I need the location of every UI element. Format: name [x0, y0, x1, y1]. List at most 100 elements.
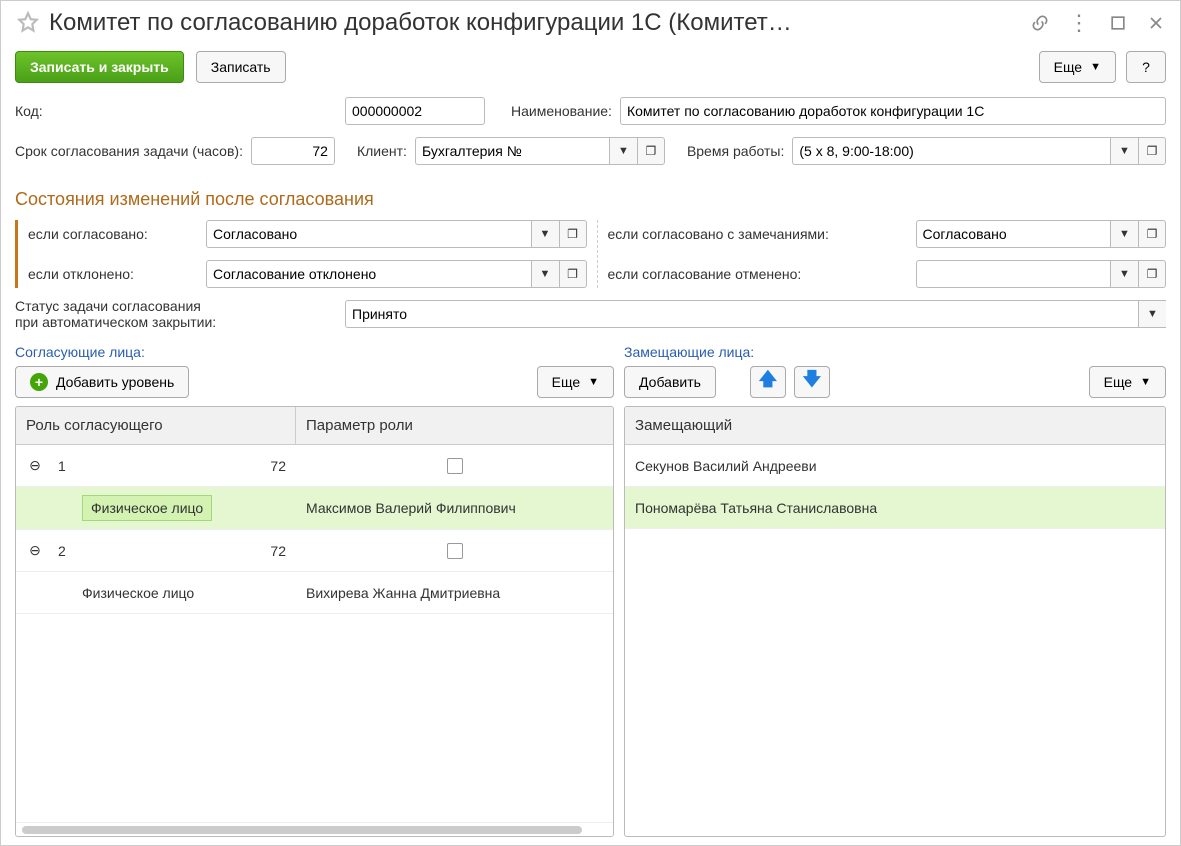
titlebar: Комитет по согласованию доработок конфиг…: [15, 9, 1166, 37]
checkbox[interactable]: [447, 543, 463, 559]
level-num: 2: [58, 543, 66, 559]
cancelled-input[interactable]: [916, 260, 1111, 288]
open-external-icon[interactable]: ❐: [1138, 137, 1166, 165]
table-row[interactable]: Секунов Василий Андрееви: [625, 445, 1165, 487]
role-cell: Физическое лицо: [82, 585, 194, 601]
favorite-star-icon[interactable]: [15, 10, 41, 36]
chevron-down-icon[interactable]: ▼: [1110, 260, 1138, 288]
table-row-level[interactable]: ⊖ 2 72: [16, 530, 613, 572]
worktime-input[interactable]: [792, 137, 1110, 165]
approved-notes-label: если согласовано с замечаниями:: [608, 226, 908, 242]
add-level-label: Добавить уровень: [56, 374, 174, 390]
approved-notes-select[interactable]: ▼ ❐: [916, 220, 1167, 248]
autoclose-label: Статус задачи согласования при автоматич…: [15, 298, 337, 330]
states-section: если согласовано: ▼ ❐ если отклонено: ▼ …: [15, 220, 1166, 288]
more-button[interactable]: Еще ▼: [1039, 51, 1116, 83]
states-col-right: если согласовано с замечаниями: ▼ ❐ если…: [597, 220, 1167, 288]
code-input[interactable]: [345, 97, 485, 125]
add-level-button[interactable]: + Добавить уровень: [15, 366, 189, 398]
worktime-select[interactable]: ▼ ❐: [792, 137, 1166, 165]
horizontal-scrollbar[interactable]: [16, 822, 613, 836]
chevron-down-icon[interactable]: ▼: [531, 260, 559, 288]
add-substitute-button[interactable]: Добавить: [624, 366, 716, 398]
move-up-button[interactable]: 🡅: [750, 366, 786, 398]
chevron-down-icon: ▼: [588, 376, 599, 388]
table-row-level[interactable]: ⊖ 1 72: [16, 445, 613, 487]
col-role: Роль согласующего: [16, 407, 296, 444]
chevron-down-icon: ▼: [1140, 376, 1151, 388]
checkbox[interactable]: [447, 458, 463, 474]
substitute-name: Пономарёва Татьяна Станиславовна: [625, 492, 1165, 524]
substitutes-body[interactable]: Секунов Василий Андрееви Пономарёва Тать…: [625, 445, 1165, 836]
rejected-input[interactable]: [206, 260, 531, 288]
arrow-up-icon: 🡅: [759, 367, 778, 397]
substitutes-more-button[interactable]: Еще ▼: [1089, 366, 1166, 398]
more-label: Еще: [1104, 374, 1133, 390]
form-section: Код: Наименование: Срок согласования зад…: [15, 97, 1166, 165]
client-label: Клиент:: [357, 143, 407, 159]
substitutes-table: Замещающий Секунов Василий Андрееви Поно…: [624, 406, 1166, 837]
table-row[interactable]: Пономарёва Татьяна Станиславовна: [625, 487, 1165, 529]
name-input[interactable]: [620, 97, 1166, 125]
chevron-down-icon[interactable]: ▼: [531, 220, 559, 248]
approved-label: если согласовано:: [28, 226, 198, 242]
approvers-body[interactable]: ⊖ 1 72 Физическое лицо Максимов Валерий …: [16, 445, 613, 822]
more-label: Еще: [552, 374, 581, 390]
param-cell: Максимов Валерий Филиппович: [296, 492, 613, 524]
chevron-down-icon[interactable]: ▼: [609, 137, 637, 165]
move-down-button[interactable]: 🡇: [794, 366, 830, 398]
approvers-table: Роль согласующего Параметр роли ⊖ 1 72 Ф…: [15, 406, 614, 837]
rejected-label: если отклонено:: [28, 266, 198, 282]
cancelled-label: если согласование отменено:: [608, 266, 908, 282]
rejected-select[interactable]: ▼ ❐: [206, 260, 587, 288]
chevron-down-icon[interactable]: ▼: [1110, 220, 1138, 248]
approvers-toolbar: + Добавить уровень Еще ▼: [15, 366, 614, 398]
approvers-more-button[interactable]: Еще ▼: [537, 366, 614, 398]
collapse-icon[interactable]: ⊖: [26, 542, 44, 559]
titlebar-actions: ⋮: [1030, 12, 1166, 34]
table-row[interactable]: Физическое лицо Вихирева Жанна Дмитриевн…: [16, 572, 613, 614]
level-num: 1: [58, 458, 66, 474]
open-external-icon[interactable]: ❐: [559, 220, 587, 248]
open-external-icon[interactable]: ❐: [637, 137, 665, 165]
client-input[interactable]: [415, 137, 609, 165]
maximize-icon[interactable]: [1108, 13, 1128, 33]
approvers-heading: Согласующие лица:: [15, 344, 614, 360]
open-external-icon[interactable]: ❐: [559, 260, 587, 288]
substitute-name: Секунов Василий Андрееви: [625, 450, 1165, 482]
deadline-label: Срок согласования задачи (часов):: [15, 143, 243, 159]
arrow-down-icon: 🡇: [803, 367, 822, 397]
col-param: Параметр роли: [296, 407, 613, 444]
substitutes-heading: Замещающие лица:: [624, 344, 1166, 360]
two-panes: Согласующие лица: + Добавить уровень Еще …: [15, 342, 1166, 837]
collapse-icon[interactable]: ⊖: [26, 457, 44, 474]
kebab-menu-icon[interactable]: ⋮: [1068, 12, 1090, 34]
save-button[interactable]: Записать: [196, 51, 286, 83]
more-label: Еще: [1054, 59, 1083, 75]
approved-input[interactable]: [206, 220, 531, 248]
open-external-icon[interactable]: ❐: [1138, 260, 1166, 288]
open-external-icon[interactable]: ❐: [1138, 220, 1166, 248]
chevron-down-icon[interactable]: ▼: [1138, 300, 1166, 328]
window-title: Комитет по согласованию доработок конфиг…: [49, 9, 1006, 37]
client-select[interactable]: ▼ ❐: [415, 137, 665, 165]
plus-circle-icon: +: [30, 373, 48, 391]
approved-select[interactable]: ▼ ❐: [206, 220, 587, 248]
deadline-input[interactable]: [251, 137, 335, 165]
cancelled-select[interactable]: ▼ ❐: [916, 260, 1167, 288]
substitutes-toolbar: Добавить 🡅 🡇 Еще ▼: [624, 366, 1166, 398]
level-hours: 72: [270, 543, 286, 559]
save-and-close-button[interactable]: Записать и закрыть: [15, 51, 184, 83]
substitutes-pane: Замещающие лица: Добавить 🡅 🡇 Еще ▼ Заме…: [624, 342, 1166, 837]
approved-notes-input[interactable]: [916, 220, 1111, 248]
table-row[interactable]: Физическое лицо Максимов Валерий Филиппо…: [16, 487, 613, 530]
close-icon[interactable]: [1146, 13, 1166, 33]
autoclose-select[interactable]: ▼: [345, 300, 1166, 328]
link-icon[interactable]: [1030, 13, 1050, 33]
chevron-down-icon[interactable]: ▼: [1110, 137, 1138, 165]
autoclose-row: Статус задачи согласования при автоматич…: [15, 298, 1166, 330]
autoclose-input[interactable]: [345, 300, 1138, 328]
level-hours: 72: [270, 458, 286, 474]
help-button[interactable]: ?: [1126, 51, 1166, 83]
approvers-pane: Согласующие лица: + Добавить уровень Еще …: [15, 342, 614, 837]
